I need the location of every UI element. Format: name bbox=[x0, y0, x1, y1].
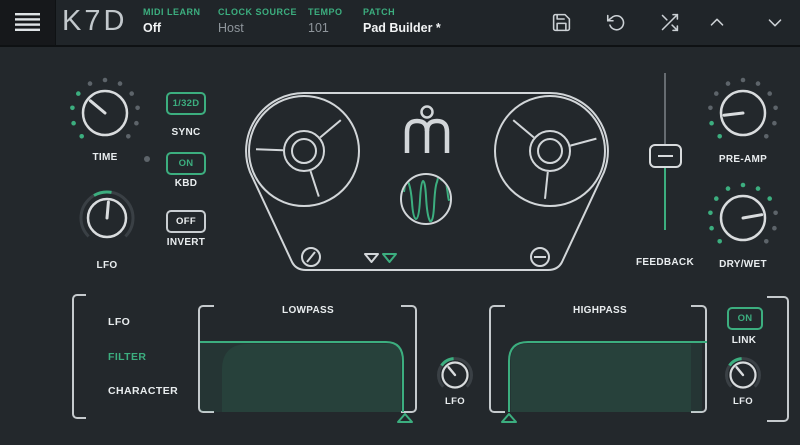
tempo-label: TEMPO bbox=[308, 7, 343, 17]
highpass-cutoff-handle bbox=[502, 414, 516, 422]
tab-filter[interactable]: FILTER bbox=[108, 351, 146, 363]
tab-lfo[interactable]: LFO bbox=[108, 316, 130, 328]
right-reel bbox=[495, 96, 605, 206]
lowpass-lfo-knob[interactable] bbox=[433, 353, 477, 397]
patch-param[interactable]: PATCH Pad Builder * bbox=[363, 7, 441, 35]
time-lfo-label: LFO bbox=[77, 260, 137, 271]
midi-learn-label: MIDI LEARN bbox=[143, 7, 201, 17]
section-bracket-right bbox=[767, 296, 789, 422]
kbd-toggle-button[interactable]: ON bbox=[166, 152, 206, 175]
left-reel bbox=[249, 96, 359, 206]
brand-logo-icon bbox=[407, 107, 447, 154]
tape-head-marker-icon bbox=[365, 254, 378, 262]
feedback-handle-bar bbox=[658, 155, 673, 158]
main-menu-button[interactable] bbox=[0, 0, 56, 45]
clock-source-value[interactable]: Host bbox=[218, 21, 297, 35]
invert-toggle-button[interactable]: OFF bbox=[166, 210, 206, 233]
feedback-slider[interactable] bbox=[640, 68, 690, 238]
sync-label: SYNC bbox=[156, 127, 216, 138]
next-patch-button[interactable] bbox=[764, 13, 786, 37]
tape-head-marker-active-icon bbox=[383, 254, 396, 262]
tape-deck-graphic bbox=[228, 72, 628, 277]
feedback-track-lower bbox=[664, 168, 666, 230]
preamp-knob[interactable] bbox=[705, 75, 781, 151]
patch-value[interactable]: Pad Builder * bbox=[363, 21, 441, 35]
feedback-track-upper bbox=[664, 73, 666, 145]
highpass-lfo-knob[interactable] bbox=[721, 353, 765, 397]
shuffle-icon bbox=[659, 12, 680, 33]
highpass-lfo-label: LFO bbox=[713, 396, 773, 407]
left-roller-icon bbox=[302, 248, 320, 266]
tempo-param[interactable]: TEMPO 101 bbox=[308, 7, 343, 35]
app-title: K7D bbox=[62, 5, 127, 38]
time-mod-dot bbox=[144, 156, 150, 162]
patch-label: PATCH bbox=[363, 7, 441, 17]
hamburger-icon bbox=[14, 12, 41, 33]
time-label: TIME bbox=[75, 152, 135, 163]
randomize-button[interactable] bbox=[659, 12, 680, 38]
drywet-knob[interactable] bbox=[705, 180, 781, 256]
kbd-label: KBD bbox=[156, 178, 216, 189]
feedback-handle[interactable] bbox=[649, 144, 682, 168]
sync-toggle-button[interactable]: 1/32D bbox=[166, 92, 206, 115]
plugin-window: K7D MIDI LEARN Off CLOCK SOURCE Host TEM… bbox=[0, 0, 800, 445]
tape-outline bbox=[246, 93, 608, 270]
tabs-bracket bbox=[72, 294, 86, 419]
time-knob[interactable] bbox=[67, 75, 143, 151]
preamp-label: PRE-AMP bbox=[703, 154, 783, 165]
time-lfo-knob[interactable] bbox=[77, 188, 137, 248]
link-label: LINK bbox=[714, 335, 774, 346]
link-toggle-button[interactable]: ON bbox=[727, 307, 763, 330]
lowpass-cutoff-handle bbox=[398, 414, 412, 422]
tempo-value[interactable]: 101 bbox=[308, 21, 343, 35]
lowpass-title: LOWPASS bbox=[248, 305, 368, 316]
invert-label: INVERT bbox=[156, 237, 216, 248]
chevron-down-icon bbox=[764, 13, 786, 32]
save-button[interactable] bbox=[551, 12, 572, 38]
clock-source-param[interactable]: CLOCK SOURCE Host bbox=[218, 7, 297, 35]
undo-icon bbox=[606, 12, 627, 33]
save-icon bbox=[551, 12, 572, 33]
drywet-label: DRY/WET bbox=[703, 259, 783, 270]
highpass-filter-display[interactable] bbox=[495, 330, 707, 426]
prev-patch-button[interactable] bbox=[706, 13, 728, 37]
lowpass-filter-display[interactable] bbox=[200, 330, 415, 426]
highpass-title: HIGHPASS bbox=[540, 305, 660, 316]
right-roller-icon bbox=[531, 248, 549, 266]
midi-learn-param[interactable]: MIDI LEARN Off bbox=[143, 7, 201, 35]
midi-learn-value[interactable]: Off bbox=[143, 21, 201, 35]
undo-button[interactable] bbox=[606, 12, 627, 38]
feedback-label: FEEDBACK bbox=[625, 257, 705, 268]
waveform-display bbox=[401, 174, 451, 224]
clock-source-label: CLOCK SOURCE bbox=[218, 7, 297, 17]
top-bar: K7D MIDI LEARN Off CLOCK SOURCE Host TEM… bbox=[0, 0, 800, 47]
tab-character[interactable]: CHARACTER bbox=[108, 385, 178, 397]
lowpass-lfo-label: LFO bbox=[425, 396, 485, 407]
chevron-up-icon bbox=[706, 13, 728, 32]
